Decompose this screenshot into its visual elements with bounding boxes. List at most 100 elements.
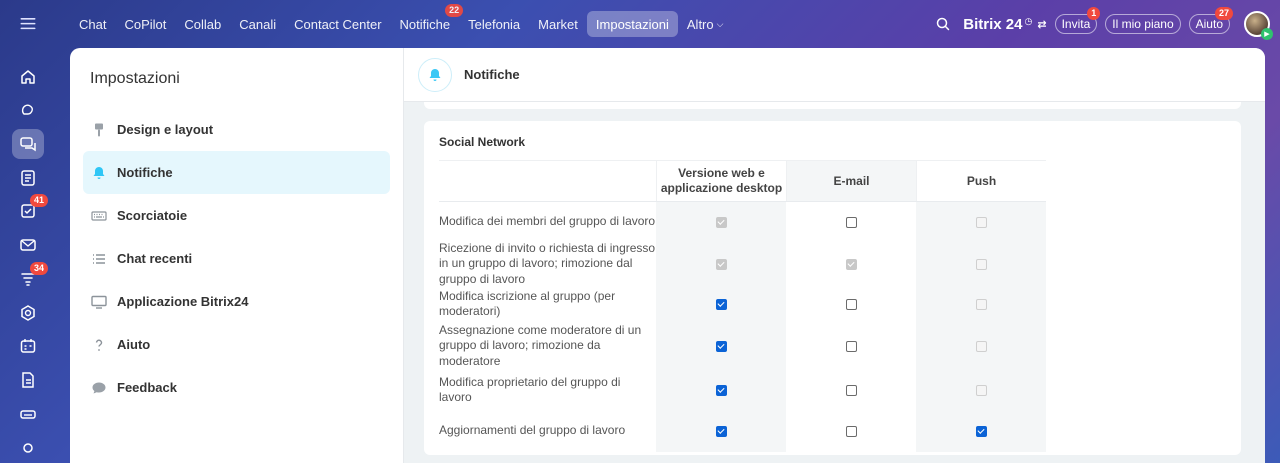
content-area: Notifiche Social Network Versione web e … bbox=[403, 48, 1265, 463]
email-checkbox[interactable] bbox=[845, 340, 857, 352]
web-checkbox[interactable] bbox=[715, 340, 727, 352]
nav-item-telefonia[interactable]: Telefonia bbox=[459, 11, 529, 37]
top-right-area: Bitrix 24 ◷ ⇄ Invita 1 Il mio piano Aiut… bbox=[935, 7, 1273, 40]
invite-button[interactable]: Invita 1 bbox=[1054, 7, 1101, 34]
email-checkbox[interactable] bbox=[845, 384, 857, 396]
brand-logo[interactable]: Bitrix 24 ◷ ⇄ bbox=[963, 16, 1046, 33]
rail-funnel[interactable]: 34 bbox=[12, 261, 48, 295]
table-row: Modifica iscrizione al gruppo (per moder… bbox=[439, 286, 1046, 322]
settings-menu-item-design-e-layout[interactable]: Design e layout bbox=[83, 108, 390, 151]
document-icon bbox=[22, 372, 34, 388]
content-title: Notifiche bbox=[464, 67, 520, 82]
cell-email bbox=[786, 202, 916, 242]
email-checkbox[interactable] bbox=[845, 425, 857, 437]
monitor-icon bbox=[91, 294, 107, 310]
home-icon bbox=[21, 69, 35, 84]
settings-menu-label: Design e layout bbox=[117, 122, 214, 137]
web-checkbox bbox=[715, 216, 727, 228]
avatar[interactable]: ▶ bbox=[1244, 11, 1273, 40]
nav-item-canali[interactable]: Canali bbox=[230, 11, 285, 37]
bell-icon bbox=[429, 68, 441, 81]
rail-drive[interactable] bbox=[12, 399, 44, 430]
rail-feed[interactable] bbox=[12, 162, 44, 193]
web-checkbox bbox=[715, 258, 727, 270]
push-checkbox[interactable] bbox=[975, 425, 987, 437]
rail-calendar[interactable] bbox=[12, 331, 44, 362]
section-title: Social Network bbox=[439, 135, 526, 149]
settings-menu-item-scorciatoie[interactable]: Scorciatoie bbox=[83, 194, 390, 237]
nav-item-label: Chat bbox=[79, 16, 107, 32]
cell-email bbox=[786, 322, 916, 370]
cell-push bbox=[916, 322, 1046, 370]
sliders-icon[interactable]: ⇄ bbox=[1037, 18, 1046, 31]
rail-docs[interactable] bbox=[12, 365, 44, 396]
list-icon bbox=[91, 251, 107, 267]
web-checkbox[interactable] bbox=[715, 298, 727, 310]
my-plan-button[interactable]: Il mio piano bbox=[1105, 14, 1181, 34]
menu-icon[interactable] bbox=[18, 14, 38, 33]
previous-card bbox=[424, 102, 1241, 109]
web-checkbox[interactable] bbox=[715, 425, 727, 437]
rail-chat[interactable] bbox=[12, 128, 44, 160]
column-push: Push bbox=[916, 161, 1046, 201]
invite-badge: 1 bbox=[1087, 7, 1101, 20]
notification-grid: Versione web e applicazione desktop E-ma… bbox=[439, 160, 1046, 452]
nav-item-impostazioni[interactable]: Impostazioni bbox=[586, 11, 678, 37]
nav-item-copilot[interactable]: CoPilot bbox=[115, 11, 175, 37]
nav-item-label: Notifiche bbox=[399, 16, 451, 32]
settings-panel: Impostazioni Design e layout Notifiche Sco… bbox=[70, 48, 403, 463]
cell-web bbox=[656, 242, 786, 286]
rail-mail[interactable] bbox=[12, 230, 44, 261]
rail-copilot[interactable] bbox=[12, 95, 44, 126]
column-email: E-mail bbox=[786, 161, 916, 201]
push-checkbox bbox=[975, 298, 987, 310]
nav-item-label: Canali bbox=[239, 16, 277, 32]
settings-menu-item-chat-recenti[interactable]: Chat recenti bbox=[83, 237, 390, 280]
rail-tasks-badge: 41 bbox=[29, 194, 48, 208]
nav-item-market[interactable]: Market bbox=[529, 11, 587, 37]
nav-item-altro[interactable]: Altro ⌵ bbox=[678, 11, 733, 37]
brand-name: Bitrix 24 bbox=[963, 15, 1023, 33]
content-header: Notifiche bbox=[404, 48, 1265, 102]
nav-item-label: Altro bbox=[686, 16, 714, 32]
push-checkbox bbox=[975, 216, 987, 228]
nav-item-chat[interactable]: Chat bbox=[70, 11, 115, 37]
nav-item-label: CoPilot bbox=[124, 16, 167, 32]
header-spacer bbox=[439, 161, 656, 201]
table-row: Ricezione di invito o richiesta di ingre… bbox=[439, 241, 1046, 286]
nav-item-contact-center[interactable]: Contact Center bbox=[285, 11, 390, 37]
chat-icon bbox=[20, 137, 36, 152]
web-checkbox[interactable] bbox=[715, 384, 727, 396]
settings-menu-item-applicazione-bitrix24[interactable]: Applicazione Bitrix24 bbox=[83, 280, 390, 323]
settings-menu-item-notifiche[interactable]: Notifiche bbox=[83, 151, 390, 194]
help-badge: 27 bbox=[1214, 7, 1233, 20]
nav-item-collab[interactable]: Collab bbox=[175, 11, 230, 37]
nav-item-label: Market bbox=[538, 16, 578, 32]
rail-funnel-badge: 34 bbox=[29, 261, 48, 275]
settings-menu-item-aiuto[interactable]: Aiuto bbox=[83, 323, 390, 366]
cell-email bbox=[786, 410, 916, 452]
settings-menu-label: Notifiche bbox=[117, 165, 173, 180]
email-checkbox bbox=[845, 258, 857, 270]
email-checkbox[interactable] bbox=[845, 216, 857, 228]
question-icon bbox=[91, 337, 107, 353]
news-icon bbox=[21, 169, 35, 186]
help-button[interactable]: Aiuto 27 bbox=[1188, 7, 1233, 34]
rail-more[interactable] bbox=[12, 432, 44, 463]
row-label: Modifica proprietario del gruppo di lavo… bbox=[439, 374, 621, 405]
my-plan-label: Il mio piano bbox=[1112, 17, 1174, 31]
email-checkbox[interactable] bbox=[845, 298, 857, 310]
settings-menu-item-feedback[interactable]: Feedback bbox=[83, 366, 390, 409]
nav-item-notifiche[interactable]: Notifiche 22 bbox=[391, 4, 464, 37]
rail-crm[interactable] bbox=[12, 297, 44, 328]
table-row: Modifica dei membri del gruppo di lavoro bbox=[439, 202, 1046, 242]
search-icon[interactable] bbox=[935, 16, 951, 32]
nav-item-label: Impostazioni bbox=[595, 16, 669, 32]
rail-tasks[interactable]: 41 bbox=[12, 194, 48, 227]
cell-push bbox=[916, 242, 1046, 286]
calendar-icon bbox=[20, 339, 36, 354]
rail-home[interactable] bbox=[12, 61, 44, 92]
hexagon-icon bbox=[21, 304, 35, 321]
nav-item-label: Telefonia bbox=[468, 16, 521, 32]
cell-push bbox=[916, 202, 1046, 242]
